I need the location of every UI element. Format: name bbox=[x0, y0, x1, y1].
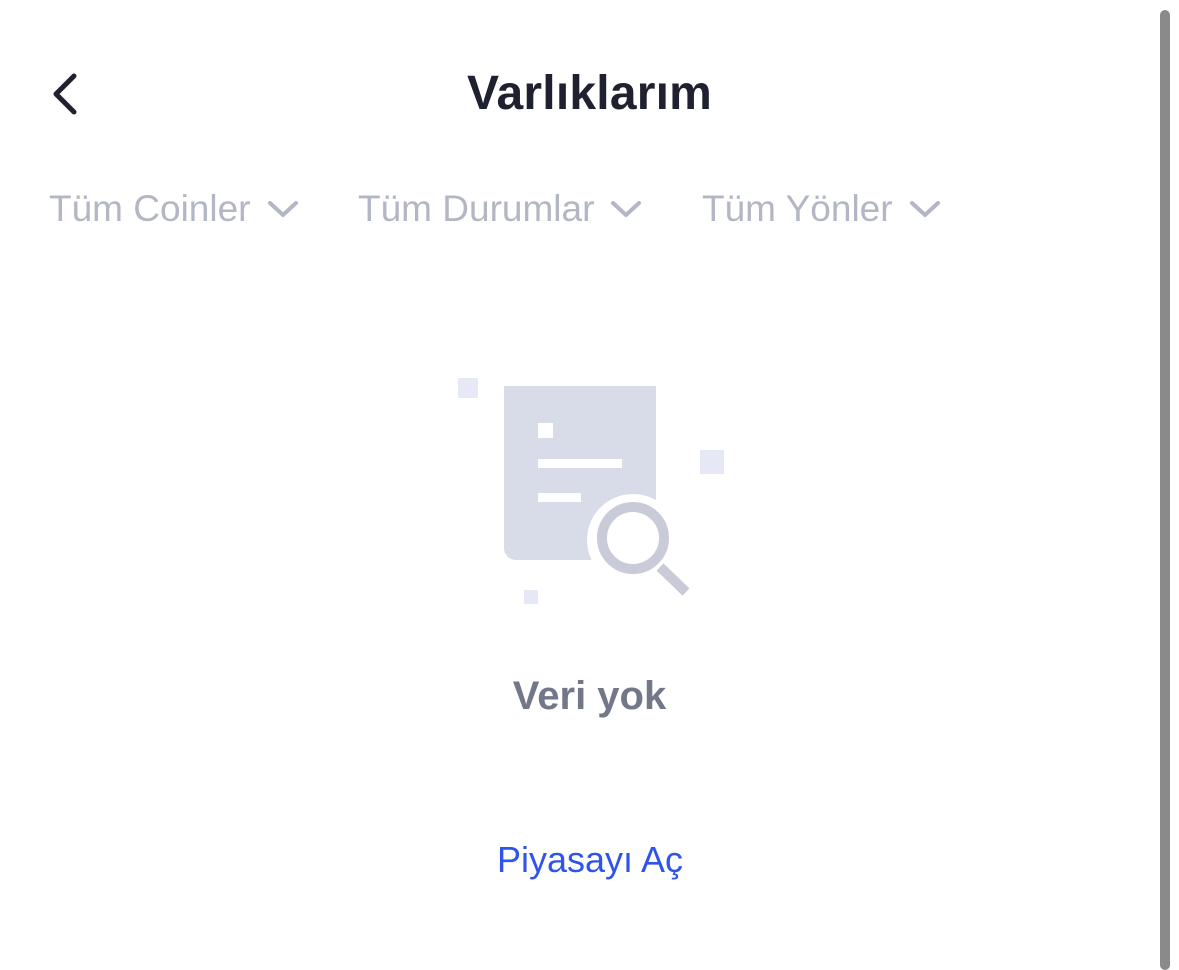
chevron-down-icon bbox=[909, 199, 941, 219]
page-title: Varlıklarım bbox=[466, 67, 713, 120]
chevron-down-icon bbox=[610, 199, 642, 219]
empty-state-message: Veri yok bbox=[512, 674, 667, 718]
scrollbar[interactable] bbox=[1160, 10, 1170, 970]
open-market-link[interactable]: Piyasayı Aç bbox=[440, 834, 740, 886]
filter-coins-dropdown[interactable]: Tüm Coinler bbox=[49, 183, 299, 235]
filter-direction-label: Tüm Yönler bbox=[702, 188, 893, 229]
filter-status-dropdown[interactable]: Tüm Durumlar bbox=[358, 183, 642, 235]
chevron-down-icon bbox=[267, 199, 299, 219]
filter-coins-label: Tüm Coinler bbox=[49, 188, 251, 229]
filter-status-label: Tüm Durumlar bbox=[358, 188, 595, 229]
document-search-icon bbox=[440, 360, 740, 620]
filter-direction-dropdown[interactable]: Tüm Yönler bbox=[702, 183, 941, 235]
